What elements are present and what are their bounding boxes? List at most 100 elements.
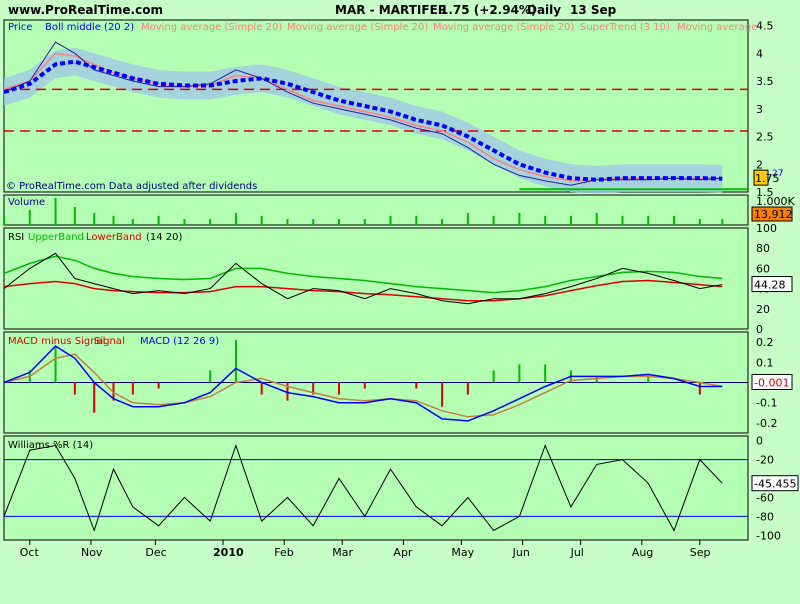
volume-bar (698, 219, 701, 225)
legend-item: Moving average (Simple 20) (141, 22, 282, 33)
williams-ytick: -20 (756, 454, 774, 467)
date-label: 13 Sep (570, 3, 617, 17)
histogram-bar (234, 340, 237, 383)
site-url[interactable]: www.ProRealTime.com (8, 3, 163, 17)
macd-ytick: -0.2 (756, 417, 777, 430)
legend-item: SuperTrend (3 10) (580, 22, 670, 33)
price-ytick: 2.5 (756, 131, 774, 144)
volume-bar (286, 219, 289, 225)
histogram-bar (157, 382, 160, 389)
macd-ytick: 0.2 (756, 336, 774, 349)
rsi-ytick: 80 (756, 242, 770, 255)
volume-bar (621, 216, 624, 225)
williams-ytick: -100 (756, 529, 781, 542)
legend-item: Moving average (677, 22, 757, 33)
chart-window: www.ProRealTime.com MAR - MARTIFER 1.75 … (0, 0, 800, 600)
x-tick-label: Feb (274, 546, 293, 559)
volume-bar (389, 216, 392, 225)
volume-bar (131, 219, 134, 225)
volume-bar (157, 216, 160, 225)
price-ytick: 4 (756, 47, 763, 60)
last-price-suffix: 27 (772, 169, 783, 179)
price-ytick: 3 (756, 103, 763, 116)
histogram-bar (93, 382, 96, 413)
volume-bar (183, 219, 186, 225)
volume-bar (721, 219, 724, 225)
volume-bar (647, 216, 650, 225)
volume-bar (338, 219, 341, 225)
histogram-bar (73, 382, 76, 395)
volume-bar (54, 198, 57, 225)
volume-bar (260, 216, 263, 225)
x-tick-label: Sep (690, 546, 711, 559)
price-change: 1.75 (+2.94%) (440, 3, 536, 17)
legend-item: Moving average (Simple 20) (287, 22, 428, 33)
histogram-bar (698, 382, 701, 395)
volume-bar (673, 216, 676, 225)
rsi-plot-area (3, 227, 749, 330)
legend-item: Boll middle (20 2) (45, 22, 134, 33)
volume-bar (73, 207, 76, 225)
histogram-bar (647, 376, 650, 383)
legend-item: Volume (8, 197, 45, 208)
last-macd-value: -0.001 (754, 377, 789, 390)
histogram-bar (466, 382, 469, 395)
x-tick-label: Aug (632, 546, 653, 559)
x-tick-label: Nov (81, 546, 103, 559)
legend-item: MACD (12 26 9) (140, 336, 219, 347)
x-tick-label: May (451, 546, 474, 559)
x-axis: Oct Nov Dec 2010 Feb Mar Apr May Jun Jul Aug Sep (20, 540, 711, 559)
x-tick-label: Apr (393, 546, 413, 559)
legend-item: (14 20) (146, 232, 183, 243)
rsi-ytick: 60 (756, 262, 770, 275)
volume-bar (595, 213, 598, 225)
symbol-title: MAR - MARTIFER (335, 3, 447, 17)
volume-bar (466, 213, 469, 225)
price-ytick: 4.5 (756, 20, 774, 33)
volume-bar (209, 219, 212, 225)
legend-item: Signal (94, 336, 125, 347)
williams-ytick: -80 (756, 510, 774, 523)
legend-item: Price (8, 22, 32, 33)
volume-bar (363, 219, 366, 225)
legend-item: MACD minus Signal (8, 336, 105, 347)
rsi-ytick: 0 (756, 323, 763, 336)
panel-price: 4.543.532.521.5Price Boll middle (20 2) Mo… (3, 19, 783, 199)
histogram-bar (54, 346, 57, 383)
histogram-bar (492, 370, 495, 383)
price-ytick: 3.5 (756, 75, 774, 88)
histogram-bar (131, 382, 134, 395)
volume-bar (492, 216, 495, 225)
histogram-bar (441, 382, 444, 407)
williams-ytick: -60 (756, 491, 774, 504)
volume-bar (3, 216, 5, 225)
rsi-ytick: 20 (756, 303, 770, 316)
x-tick-label: Jul (570, 546, 584, 559)
legend-item: UpperBand (28, 232, 84, 243)
volume-bar (518, 213, 521, 225)
rsi-ytick: 100 (756, 222, 777, 235)
x-tick-label: Mar (332, 546, 353, 559)
williams-plot-area (3, 435, 749, 541)
histogram-bar (595, 376, 598, 383)
volume-bar (93, 213, 96, 225)
volume-ytick: 1.000K (756, 195, 795, 208)
volume-bar (569, 216, 572, 225)
legend-item: Moving average (Simple 20) (433, 22, 574, 33)
histogram-bar (363, 382, 366, 389)
volume-bar (28, 210, 31, 225)
volume-bar (415, 216, 418, 225)
macd-ytick: 0.1 (756, 356, 774, 369)
x-tick-label: Jun (512, 546, 530, 559)
histogram-bar (544, 364, 547, 383)
panel-volume: 1.000K Volume 13,912 (3, 194, 795, 226)
williams-ytick: 0 (756, 435, 763, 448)
volume-bar (234, 213, 237, 225)
last-rsi-value: 44.28 (754, 279, 786, 292)
panel-macd: 0.20.10-0.1-0.2MACD minus SignalSignalMA… (3, 331, 793, 434)
histogram-bar (415, 382, 418, 389)
price-ytick: 2 (756, 158, 763, 171)
x-tick-label: Oct (20, 546, 40, 559)
price-note: © ProRealTime.com Data adjusted after di… (6, 181, 257, 192)
histogram-bar (209, 370, 212, 383)
